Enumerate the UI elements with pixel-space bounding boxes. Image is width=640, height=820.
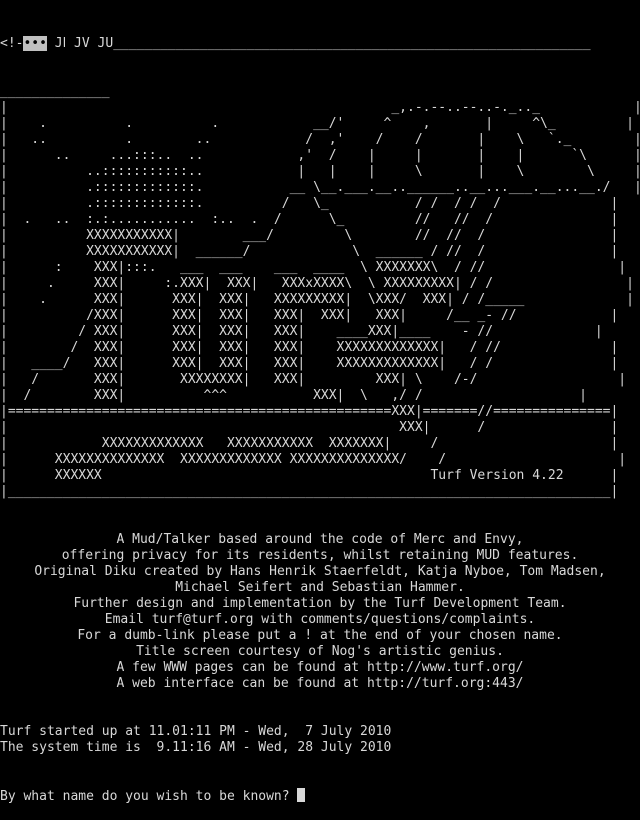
banner-art-line: | / XXX| XXXXXXXX| XXX| XXX| \ /-/ | [0, 372, 627, 387]
info-line: A few WWW pages can be found at http://w… [116, 660, 524, 675]
banner-art-line: | / XXX| XXX| XXX| XXX| XXXXXXXXXXXXX| /… [0, 340, 619, 355]
banner-art-line: | .:::::::::::::. / \_ / / / / / | [0, 196, 619, 211]
login-prompt: By what name do you wish to be known? [0, 789, 290, 804]
banner-art-line: ______________ [0, 84, 627, 99]
banner-art-line: |_______________________________________… [0, 484, 619, 499]
info-line: Email turf@turf.org with comments/questi… [104, 612, 536, 627]
info-line: Further design and implementation by the… [73, 596, 567, 611]
banner-art-line: | . .. :.:........... :.. . / \_ // // /… [0, 212, 619, 227]
banner-art-line: | XXXXXXXXXXXXX XXXXXXXXXXX XXXXXXX| / | [0, 436, 619, 451]
status-line: The system time is 9.11:16 AM - Wed, 28 … [0, 740, 392, 755]
top-status-line: <!-••• Jⅼ JV JU_________________________… [0, 36, 591, 51]
banner-art-line: | . XXX| :.XXX| XXX| XXXxXXXX\ \ XXXXXXX… [0, 276, 634, 291]
terminal-screen[interactable]: <!-••• Jⅼ JV JU _________________________… [0, 4, 640, 820]
top-highlight: ••• [23, 36, 47, 51]
info-line: Michael Seifert and Sebastian Hammer. [175, 580, 465, 595]
info-block: A Mud/Talker based around the code of Me… [0, 532, 640, 692]
banner-art-line: | .. . .. / ,' / / | \ `._ | [0, 132, 640, 147]
status-line: Turf started up at 11.01:11 PM - Wed, 7 … [0, 724, 392, 739]
banner-art-line: | /XXX| XXX| XXX| XXX| XXX| XXX| /__ _- … [0, 308, 619, 323]
banner-art-line: | .:::::::::::::. __ \__.___.__..______.… [0, 180, 640, 195]
banner-art-line: |=======================================… [0, 404, 619, 419]
banner-art-line: | / XXX| ^^^ XXX| \ ,/ / | [0, 388, 587, 403]
info-line: Title screen courtesy of Nog's artistic … [136, 644, 504, 659]
banner-art-line: | XXXXXX Turf Version 4.22 | [0, 468, 619, 483]
banner-art-line: | XXXXXXXXXXX| ___/ \ // // / | [0, 228, 619, 243]
top-suffix: Jⅼ JV JU [46, 36, 114, 51]
info-line: A Mud/Talker based around the code of Me… [116, 532, 524, 547]
banner-art-line: | : XXX|:::. ___ ___ ___ ____ \ XXXXXXX\… [0, 260, 627, 275]
info-line: A web interface can be found at http://t… [116, 676, 524, 691]
banner-art-line: | _,.-.--..--..-._.._ | [0, 100, 640, 115]
info-line: For a dumb-link please put a ! at the en… [77, 628, 563, 643]
info-line: Original Diku created by Hans Henrik Sta… [34, 564, 606, 579]
status-block: Turf started up at 11.01:11 PM - Wed, 7 … [0, 724, 640, 756]
text-cursor [297, 788, 306, 802]
login-prompt-line[interactable]: By what name do you wish to be known? [0, 788, 640, 804]
banner-art-line: | . . . __/' ^ , | ^\_ | [0, 116, 634, 131]
banner-art-line: | XXXXXXXXXXX| ______/ \ ______ / // / | [0, 244, 619, 259]
banner-art-line: | .. ...:::.. .. ,' / | | | | `\ | [0, 148, 640, 163]
banner-art-line: | / XXX| XXX| XXX| XXX| ____XXX|____ - /… [0, 324, 603, 339]
banner-art-line: | ..:::::::::::.. | | | \ | \ \ | [0, 164, 640, 179]
banner-art: ______________ | _,.-.--..--..-._.._ | | … [0, 84, 640, 500]
banner-art-line: | ____/ XXX| XXX| XXX| XXX| XXXXXXXXXXXX… [0, 356, 619, 371]
top-prefix: <!- [0, 36, 24, 51]
banner-art-line: | . XXX| XXX| XXX| XXXXXXXXX| \XXX/ XXX|… [0, 292, 634, 307]
banner-art-line: | XXX| / | [0, 420, 619, 435]
info-line: offering privacy for its residents, whil… [61, 548, 579, 563]
banner-art-line: | XXXXXXXXXXXXXX XXXXXXXXXXXXX XXXXXXXXX… [0, 452, 627, 467]
